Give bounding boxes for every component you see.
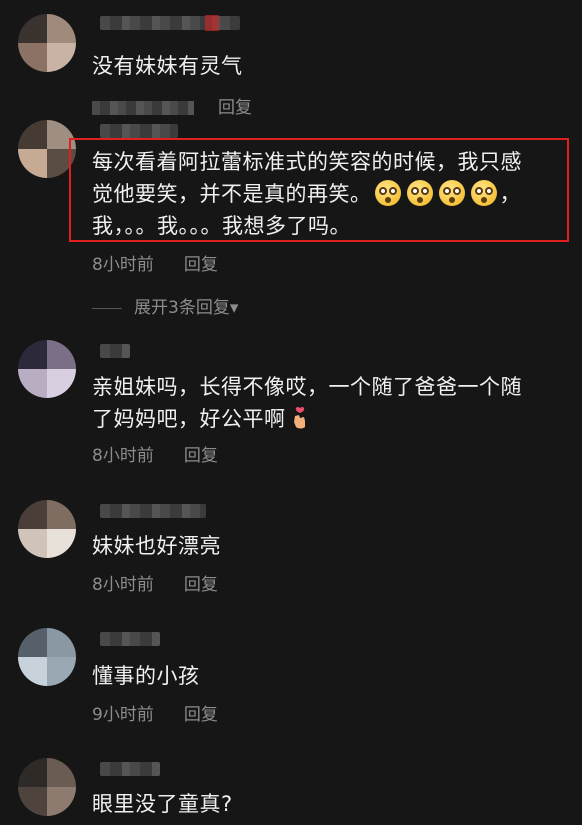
username-blurred[interactable]: [100, 124, 178, 138]
comment-text-line: 觉他要笑，并不是真的再笑。 ，: [92, 178, 562, 210]
comment-text: 眼里没了童真?: [92, 792, 233, 816]
comment-meta: 8小时前 回复: [92, 570, 218, 595]
astonished-face-icon: [470, 180, 497, 206]
comment-meta: 8小时前 回复: [92, 441, 218, 466]
comment-text-line: 每次看着阿拉蕾标准式的笑容的时候，我只感: [92, 150, 522, 174]
username-blurred[interactable]: [100, 632, 160, 646]
time-blurred: [92, 101, 194, 115]
comment-time: 8小时前: [92, 255, 154, 275]
comment-time: 9小时前: [92, 705, 154, 725]
comment-text: 妹妹也好漂亮: [92, 534, 221, 558]
comment-time: 8小时前: [92, 446, 154, 466]
avatar[interactable]: [18, 758, 76, 816]
reply-button[interactable]: 回复: [184, 575, 218, 595]
username-blurred[interactable]: [100, 344, 130, 358]
comment-text-segment: 了妈妈吧，好公平啊: [92, 407, 286, 431]
username-blurred[interactable]: [100, 762, 160, 776]
comment-text-line: 亲姐妹吗，长得不像哎，一个随了爸爸一个随: [92, 375, 522, 399]
comment-meta: 9小时前 回复: [92, 700, 218, 725]
avatar[interactable]: [18, 120, 76, 178]
badge-blurred: [205, 15, 219, 31]
reply-button[interactable]: 回复: [218, 98, 252, 118]
reply-button[interactable]: 回复: [184, 446, 218, 466]
avatar[interactable]: [18, 14, 76, 72]
comment-text-line: 了妈妈吧，好公平啊: [92, 403, 562, 435]
avatar[interactable]: [18, 628, 76, 686]
comment-text: 亲姐妹吗，长得不像哎，一个随了爸爸一个随 了妈妈吧，好公平啊: [92, 371, 562, 435]
expand-replies-button[interactable]: 展开3条回复▾: [92, 293, 238, 318]
astonished-face-icon: [406, 180, 433, 206]
comment-text-segment: 觉他要笑，并不是真的再笑。: [92, 182, 372, 206]
comment-text: 懂事的小孩: [92, 664, 200, 688]
comment-text: 每次看着阿拉蕾标准式的笑容的时候，我只感 觉他要笑，并不是真的再笑。 ， 我，。。…: [92, 146, 562, 242]
comment-meta: 8小时前 回复: [92, 250, 218, 275]
reply-button[interactable]: 回复: [184, 255, 218, 275]
reply-button[interactable]: 回复: [184, 705, 218, 725]
username-blurred[interactable]: [100, 504, 206, 518]
comment-meta: 回复: [92, 93, 252, 118]
finger-heart-icon: [290, 406, 310, 430]
comment-time: 8小时前: [92, 575, 154, 595]
username-blurred[interactable]: [100, 16, 240, 30]
comment-text-segment: ，: [499, 182, 521, 206]
astonished-face-icon: [374, 180, 401, 206]
comment-text: 没有妹妹有灵气: [92, 54, 243, 78]
astonished-face-icon: [438, 180, 465, 206]
divider: [92, 307, 122, 309]
avatar[interactable]: [18, 500, 76, 558]
comment-text-line: 我，。。我。。。我想多了吗。: [92, 214, 351, 238]
avatar[interactable]: [18, 340, 76, 398]
expand-replies-label: 展开3条回复▾: [134, 298, 239, 318]
